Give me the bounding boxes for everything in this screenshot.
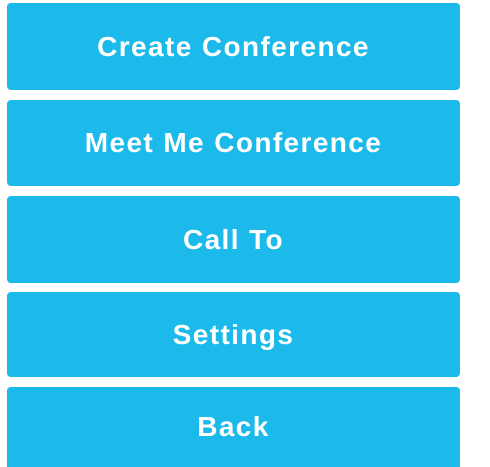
settings-button[interactable]: Settings	[7, 292, 460, 377]
create-conference-button[interactable]: Create Conference	[7, 3, 460, 90]
conference-menu: Create Conference Meet Me Conference Cal…	[7, 0, 460, 467]
settings-label: Settings	[172, 318, 295, 350]
back-label: Back	[197, 411, 270, 442]
back-button[interactable]: Back	[7, 387, 460, 467]
meet-me-conference-button[interactable]: Meet Me Conference	[7, 100, 460, 186]
call-to-button[interactable]: Call To	[7, 196, 460, 283]
create-conference-label: Create Conference	[97, 30, 370, 62]
call-to-label: Call To	[182, 223, 285, 255]
meet-me-conference-label: Meet Me Conference	[84, 127, 383, 158]
